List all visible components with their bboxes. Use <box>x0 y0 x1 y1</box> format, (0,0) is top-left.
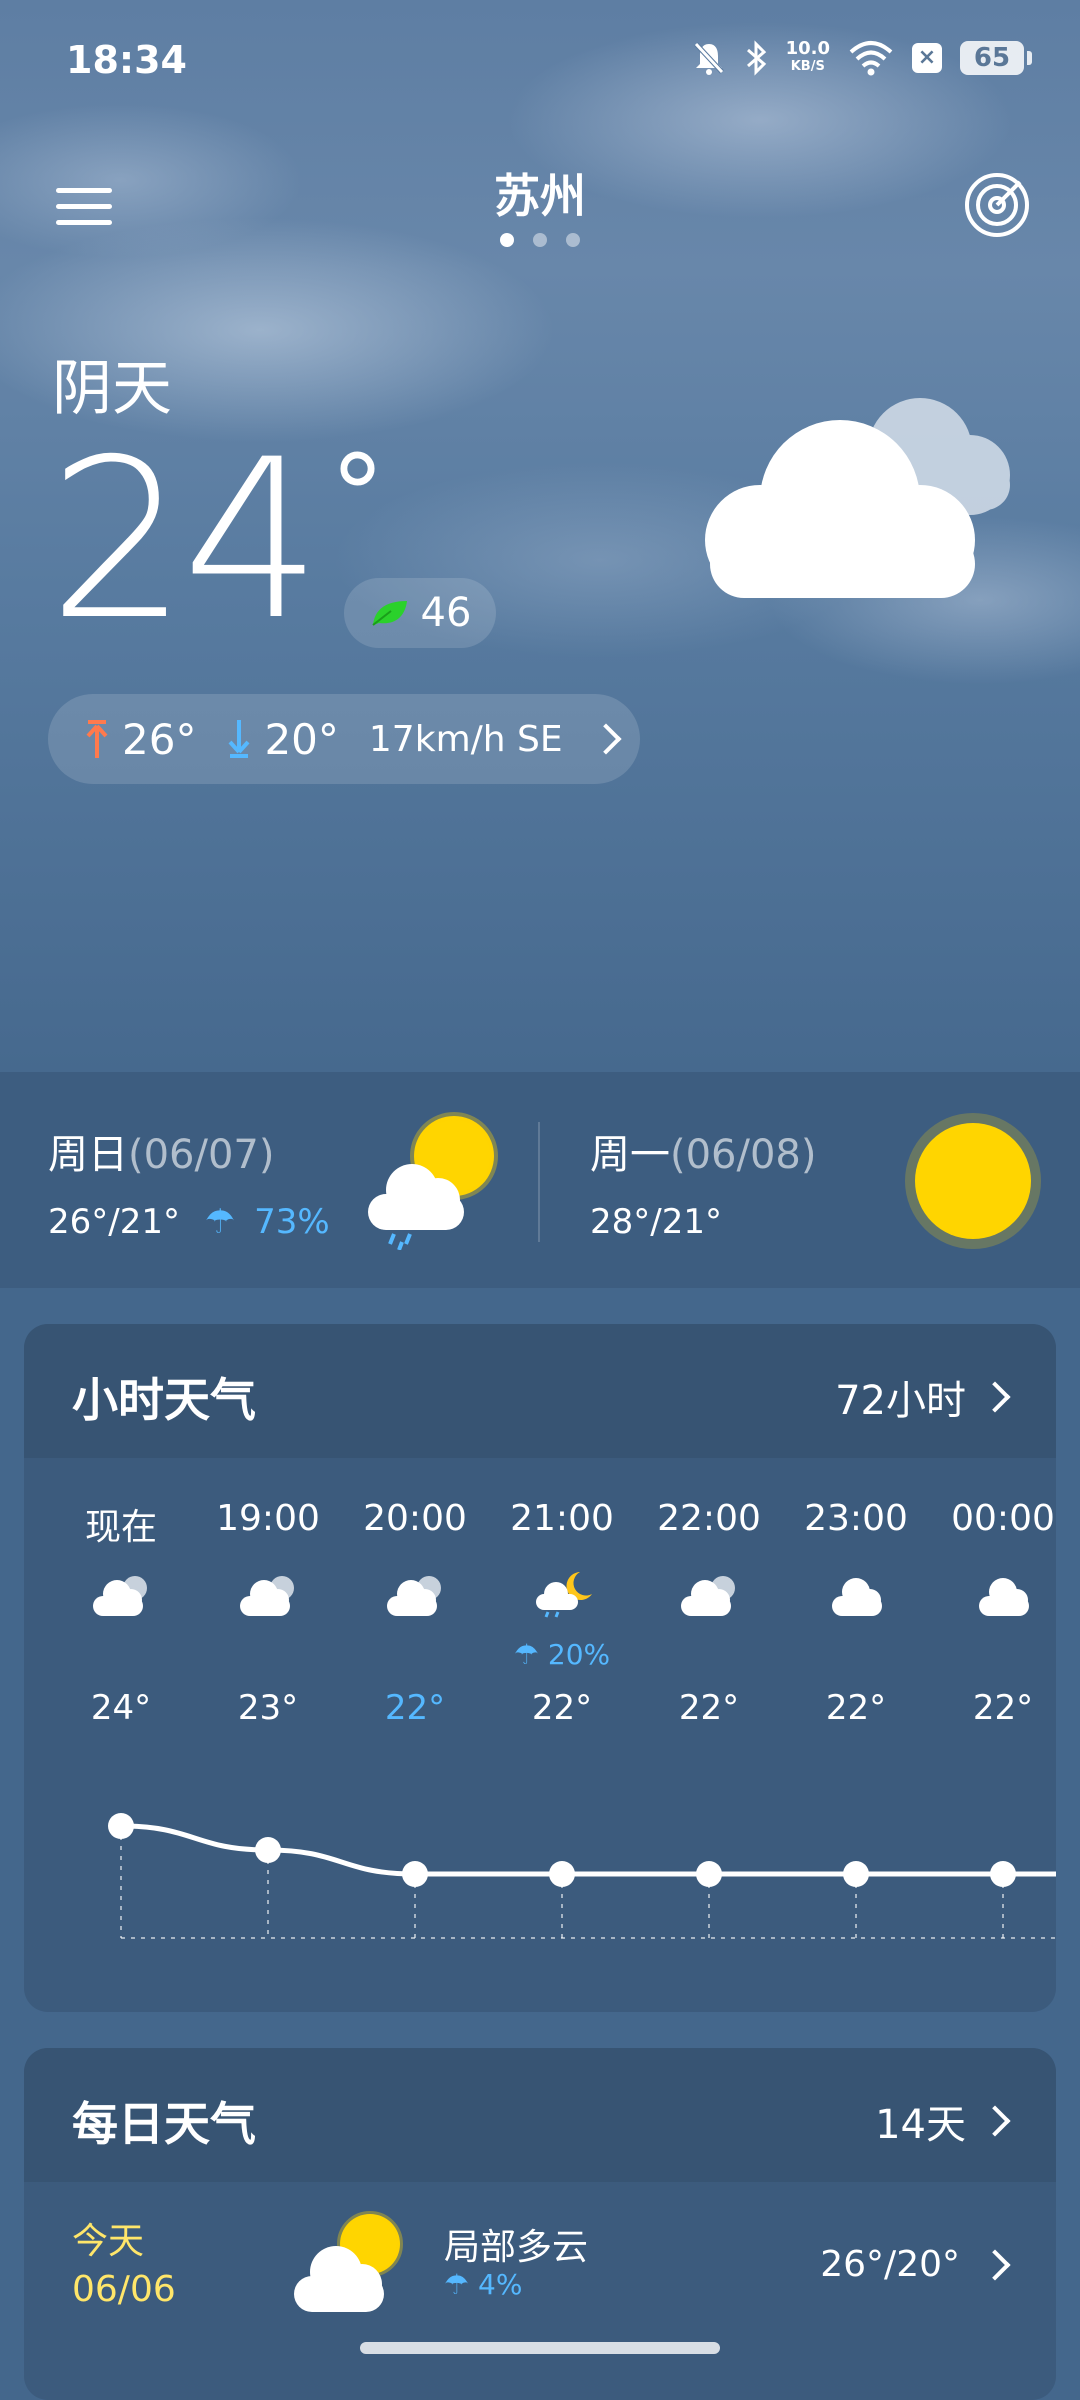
radar-icon[interactable] <box>962 170 1032 240</box>
hourly-card-header: 小时天气 72小时 <box>24 1324 1056 1458</box>
low-temp: 20° <box>264 714 339 764</box>
today-label: 今天 06/06 <box>72 2221 176 2310</box>
aqi-value: 46 <box>420 590 472 636</box>
aqi-badge[interactable]: 46 <box>344 578 496 648</box>
umbrella-icon: ☂ <box>204 1202 236 1242</box>
temperature-point <box>549 1861 575 1887</box>
hourly-more-label: 72小时 <box>835 1378 966 1424</box>
chevron-right-icon <box>979 2105 1011 2137</box>
daily-more-label: 14天 <box>875 2102 966 2148</box>
daily-row-today[interactable]: 今天 06/06 局部多云 ☂ 4% 26°/20° <box>24 2182 1056 2332</box>
forecast-strip: 周日(06/07) 26°/21° ☂ 73% 周一(06/08) 28°/21… <box>0 1072 1080 1288</box>
daily-rain: ☂ 4% <box>444 2268 523 2301</box>
top-bar: 苏州 <box>0 140 1080 260</box>
page-indicator <box>0 232 1080 251</box>
forecast-day-title: 周一(06/08) <box>590 1132 817 1178</box>
wifi-icon <box>849 41 893 76</box>
low-arrow-icon <box>228 720 250 758</box>
partly-cloudy-icon <box>294 2211 403 2312</box>
page-dot <box>566 233 581 247</box>
forecast-day-title: 周日(06/07) <box>48 1132 275 1178</box>
daily-condition: 局部多云 <box>444 2227 589 2268</box>
forecast-day-sub: 28°/21° <box>590 1202 722 1242</box>
leaf-icon <box>371 601 407 626</box>
chevron-right-icon <box>590 723 622 755</box>
battery-indicator: 65 <box>960 41 1032 75</box>
chevron-right-icon <box>979 2249 1011 2281</box>
hourly-title: 小时天气 <box>72 1373 256 1427</box>
partly-rain-icon <box>368 1112 498 1250</box>
status-bar: 18:34 10.0 KB/S × 65 <box>0 0 1080 120</box>
daily-temp-range: 26°/20° <box>820 2244 960 2285</box>
status-icons: 10.0 KB/S × 65 <box>692 38 1032 76</box>
degree-symbol: ° <box>330 431 385 559</box>
forecast-day-sub: 26°/21° ☂ 73% <box>48 1202 330 1242</box>
daily-more-link[interactable]: 14天 <box>875 2092 1011 2150</box>
temperature-point <box>990 1861 1016 1887</box>
daily-card-header: 每日天气 14天 <box>24 2048 1056 2182</box>
forecast-divider <box>538 1122 540 1242</box>
daily-title: 每日天气 <box>72 2097 256 2151</box>
high-temp: 26° <box>122 714 197 764</box>
status-time: 18:34 <box>66 38 187 82</box>
temperature-point <box>255 1837 281 1863</box>
hourly-temperature-curve <box>108 1813 1056 1939</box>
mute-bell-icon <box>693 42 724 75</box>
network-speed: 10.0 KB/S <box>785 38 830 75</box>
overcast-icon <box>705 398 1010 598</box>
hourly-card: 小时天气 72小时 现在 24° 19:00 23° 20:00 22° 21:00 ☂ 20… <box>24 1324 1056 2012</box>
notification-x-icon: × <box>912 43 942 73</box>
temperature-point <box>402 1861 428 1887</box>
high-arrow-icon <box>86 720 108 758</box>
temp-range-pill[interactable]: 26° 20° 17km/h SE <box>48 694 640 784</box>
home-indicator[interactable] <box>360 2342 720 2354</box>
sun-icon <box>905 1113 1041 1249</box>
bluetooth-icon <box>746 40 766 76</box>
temperature-point <box>108 1813 134 1839</box>
temperature-point <box>696 1861 722 1887</box>
city-title[interactable]: 苏州 <box>0 160 1080 226</box>
current-temperature: 24 <box>48 412 322 668</box>
wind-info: 17km/h SE <box>368 718 563 760</box>
page-dot <box>533 233 547 247</box>
forecast-day[interactable]: 周一(06/08) 28°/21° <box>590 1122 816 1242</box>
chevron-right-icon <box>979 1381 1011 1413</box>
temperature-point <box>843 1861 869 1887</box>
hourly-more-link[interactable]: 72小时 <box>835 1368 1011 1426</box>
umbrella-icon: ☂ <box>444 2268 470 2301</box>
forecast-day[interactable]: 周日(06/07) 26°/21° ☂ 73% <box>48 1122 330 1242</box>
page-dot <box>499 233 514 247</box>
